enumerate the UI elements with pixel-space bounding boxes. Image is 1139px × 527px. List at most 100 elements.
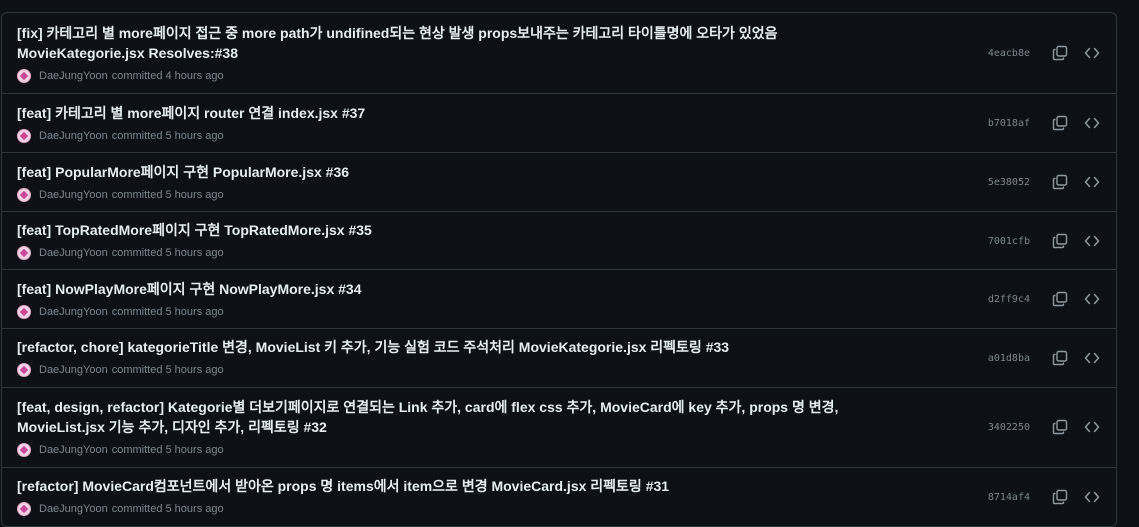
avatar[interactable] xyxy=(17,443,31,457)
copy-sha-button[interactable] xyxy=(1048,415,1072,439)
author-name[interactable]: DaeJungYoon xyxy=(39,364,108,376)
commit-title-line2[interactable]: MovieKategorie.jsx Resolves:#38 xyxy=(17,45,238,61)
author-name[interactable]: DaeJungYoon xyxy=(39,306,108,318)
commit-title-line1[interactable]: [fix] 카테고리 별 more페이지 접근 중 more path가 und… xyxy=(17,25,777,41)
browse-repo-button[interactable] xyxy=(1080,229,1104,253)
commit-meta: DaeJungYoon committed 4 hours ago xyxy=(17,68,917,84)
copy-icon xyxy=(1052,174,1068,190)
commit-time: committed 5 hours ago xyxy=(111,444,224,456)
commit-list: [fix] 카테고리 별 more페이지 접근 중 more path가 und… xyxy=(1,12,1117,527)
commit-main: [feat] PopularMore페이지 구현 PopularMore.jsx… xyxy=(17,162,917,203)
commit-title-line1[interactable]: [feat] NowPlayMore페이지 구현 NowPlayMore.jsx… xyxy=(17,281,362,297)
browse-repo-button[interactable] xyxy=(1080,346,1104,370)
commit-row: [fix] 카테고리 별 more페이지 접근 중 more path가 und… xyxy=(2,13,1116,94)
avatar[interactable] xyxy=(17,246,31,260)
commit-meta: DaeJungYoon committed 5 hours ago xyxy=(17,187,917,203)
commit-main: [feat, design, refactor] Kategorie별 더보기페… xyxy=(17,397,917,458)
browse-repo-button[interactable] xyxy=(1080,415,1104,439)
commit-actions: 4eacb8e xyxy=(974,41,1104,65)
commit-sha[interactable]: 5e38052 xyxy=(974,177,1030,188)
browse-repo-button[interactable] xyxy=(1080,485,1104,509)
commit-title-line1[interactable]: [feat] PopularMore페이지 구현 PopularMore.jsx… xyxy=(17,164,349,180)
commit-main: [fix] 카테고리 별 more페이지 접근 중 more path가 und… xyxy=(17,23,917,84)
commit-sha[interactable]: a01d8ba xyxy=(974,353,1030,364)
browse-repo-button[interactable] xyxy=(1080,287,1104,311)
commit-actions: 7001cfb xyxy=(974,229,1104,253)
copy-sha-button[interactable] xyxy=(1048,111,1072,135)
copy-icon xyxy=(1052,350,1068,366)
code-icon xyxy=(1084,235,1100,247)
avatar[interactable] xyxy=(17,188,31,202)
avatar[interactable] xyxy=(17,129,31,143)
copy-sha-button[interactable] xyxy=(1048,41,1072,65)
author-name[interactable]: DaeJungYoon xyxy=(39,247,108,259)
browse-repo-button[interactable] xyxy=(1080,111,1104,135)
avatar[interactable] xyxy=(17,305,31,319)
copy-icon xyxy=(1052,45,1068,61)
commit-title-line1[interactable]: [refactor] MovieCard컴포넌트에서 받아온 props 명 i… xyxy=(17,478,669,494)
commit-row: [feat] TopRatedMore페이지 구현 TopRatedMore.j… xyxy=(2,212,1116,270)
commit-row: [refactor] MovieCard컴포넌트에서 받아온 props 명 i… xyxy=(2,468,1116,526)
code-icon xyxy=(1084,352,1100,364)
commit-meta: DaeJungYoon committed 5 hours ago xyxy=(17,442,917,458)
commit-actions: 3402250 xyxy=(974,415,1104,439)
commit-sha[interactable]: 8714af4 xyxy=(974,492,1030,503)
copy-sha-button[interactable] xyxy=(1048,346,1072,370)
commit-time: committed 5 hours ago xyxy=(111,503,224,515)
commit-main: [refactor, chore] kategorieTitle 변경, Mov… xyxy=(17,337,917,378)
author-name[interactable]: DaeJungYoon xyxy=(39,503,108,515)
author-name[interactable]: DaeJungYoon xyxy=(39,130,108,142)
commit-actions: 5e38052 xyxy=(974,170,1104,194)
commit-main: [feat] NowPlayMore페이지 구현 NowPlayMore.jsx… xyxy=(17,279,917,320)
commit-row: [refactor, chore] kategorieTitle 변경, Mov… xyxy=(2,329,1116,388)
commit-row: [feat, design, refactor] Kategorie별 더보기페… xyxy=(2,388,1116,468)
copy-icon xyxy=(1052,233,1068,249)
commit-actions: 8714af4 xyxy=(974,485,1104,509)
commit-title[interactable]: [fix] 카테고리 별 more페이지 접근 중 more path가 und… xyxy=(17,23,917,63)
commit-sha[interactable]: 4eacb8e xyxy=(974,48,1030,59)
copy-sha-button[interactable] xyxy=(1048,485,1072,509)
commit-time: committed 5 hours ago xyxy=(111,364,224,376)
commit-title[interactable]: [feat] TopRatedMore페이지 구현 TopRatedMore.j… xyxy=(17,220,917,240)
copy-sha-button[interactable] xyxy=(1048,287,1072,311)
avatar[interactable] xyxy=(17,502,31,516)
commit-main: [feat] 카테고리 별 more페이지 router 연결 index.js… xyxy=(17,103,917,144)
commit-title[interactable]: [feat] 카테고리 별 more페이지 router 연결 index.js… xyxy=(17,103,917,123)
commit-row: [feat] NowPlayMore페이지 구현 NowPlayMore.jsx… xyxy=(2,270,1116,329)
avatar[interactable] xyxy=(17,69,31,83)
commit-title[interactable]: [refactor] MovieCard컴포넌트에서 받아온 props 명 i… xyxy=(17,476,917,496)
commit-meta: DaeJungYoon committed 5 hours ago xyxy=(17,128,917,144)
code-icon xyxy=(1084,176,1100,188)
commit-actions: a01d8ba xyxy=(974,346,1104,370)
commit-title[interactable]: [feat, design, refactor] Kategorie별 더보기페… xyxy=(17,397,917,437)
browse-repo-button[interactable] xyxy=(1080,170,1104,194)
commit-meta: DaeJungYoon committed 5 hours ago xyxy=(17,501,917,517)
avatar[interactable] xyxy=(17,363,31,377)
commit-meta: DaeJungYoon committed 5 hours ago xyxy=(17,362,917,378)
code-icon xyxy=(1084,47,1100,59)
copy-sha-button[interactable] xyxy=(1048,229,1072,253)
author-name[interactable]: DaeJungYoon xyxy=(39,444,108,456)
commit-title-line2[interactable]: MovieList.jsx 기능 추가, 디자인 추가, 리펙토링 #32 xyxy=(17,419,327,435)
commit-time: committed 5 hours ago xyxy=(111,130,224,142)
commit-title-line1[interactable]: [feat] TopRatedMore페이지 구현 TopRatedMore.j… xyxy=(17,222,372,238)
copy-icon xyxy=(1052,489,1068,505)
code-icon xyxy=(1084,421,1100,433)
copy-sha-button[interactable] xyxy=(1048,170,1072,194)
author-name[interactable]: DaeJungYoon xyxy=(39,70,108,82)
commit-title-line1[interactable]: [feat, design, refactor] Kategorie별 더보기페… xyxy=(17,399,838,415)
commit-sha[interactable]: 3402250 xyxy=(974,422,1030,433)
author-name[interactable]: DaeJungYoon xyxy=(39,189,108,201)
commit-title[interactable]: [feat] NowPlayMore페이지 구현 NowPlayMore.jsx… xyxy=(17,279,917,299)
code-icon xyxy=(1084,491,1100,503)
commit-actions: b7018af xyxy=(974,111,1104,135)
commit-sha[interactable]: d2ff9c4 xyxy=(974,294,1030,305)
commit-sha[interactable]: 7001cfb xyxy=(974,236,1030,247)
commit-sha[interactable]: b7018af xyxy=(974,118,1030,129)
commit-title[interactable]: [refactor, chore] kategorieTitle 변경, Mov… xyxy=(17,337,917,357)
browse-repo-button[interactable] xyxy=(1080,41,1104,65)
copy-icon xyxy=(1052,291,1068,307)
commit-title-line1[interactable]: [feat] 카테고리 별 more페이지 router 연결 index.js… xyxy=(17,105,365,121)
commit-title[interactable]: [feat] PopularMore페이지 구현 PopularMore.jsx… xyxy=(17,162,917,182)
commit-title-line1[interactable]: [refactor, chore] kategorieTitle 변경, Mov… xyxy=(17,339,729,355)
